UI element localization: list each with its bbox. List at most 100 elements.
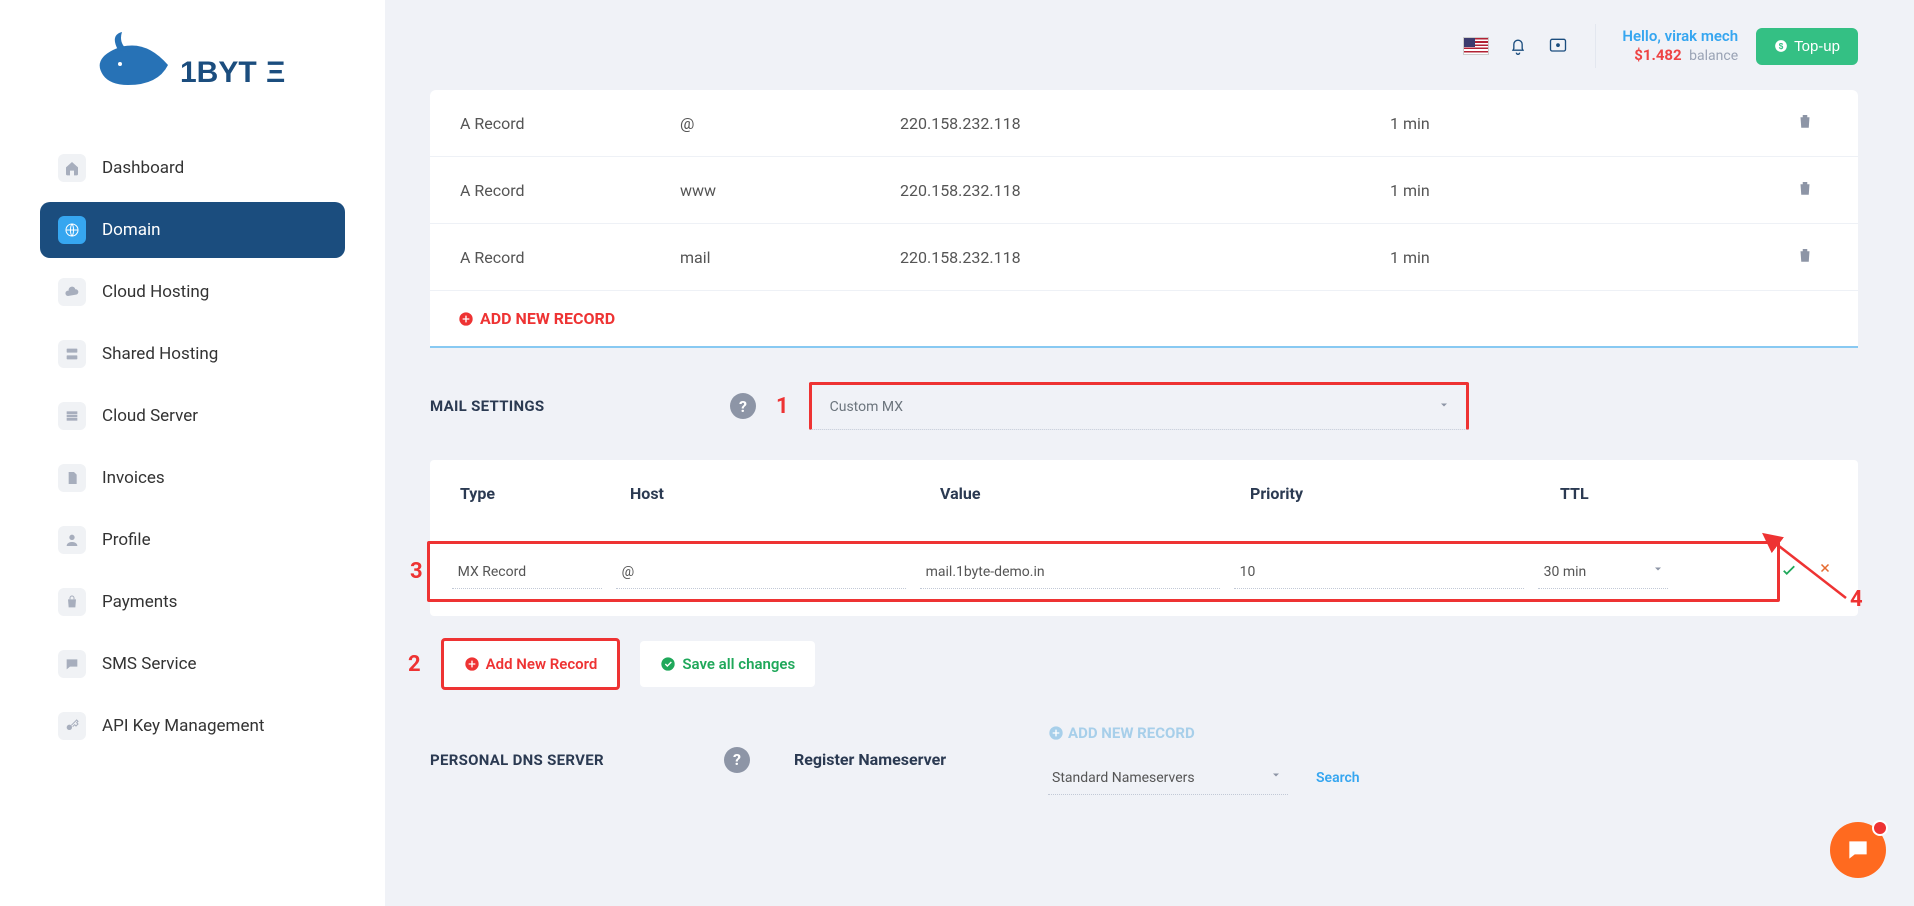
- flag-us-icon[interactable]: [1463, 37, 1489, 55]
- mail-settings-title: MAIL SETTINGS: [430, 397, 710, 415]
- add-new-record-button-top[interactable]: ADD NEW RECORD: [430, 291, 1858, 348]
- delete-button[interactable]: [1590, 246, 1828, 268]
- topup-label: Top-up: [1794, 38, 1840, 55]
- key-icon: [58, 712, 86, 740]
- plus-circle-icon: [464, 656, 480, 672]
- trash-icon: [1796, 112, 1814, 130]
- main-content: A Record @ 220.158.232.118 1 min A Recor…: [430, 90, 1858, 805]
- sidebar-item-label: Domain: [102, 220, 161, 240]
- add-new-record-light-label: ADD NEW RECORD: [1068, 724, 1195, 742]
- cell-value: 220.158.232.118: [900, 248, 1390, 267]
- cell-ttl: 1 min: [1390, 114, 1590, 133]
- sidebar-item-profile[interactable]: Profile: [40, 512, 345, 568]
- a-records-table: A Record @ 220.158.232.118 1 min A Recor…: [430, 90, 1858, 348]
- help-icon[interactable]: ?: [730, 393, 756, 419]
- annotation-arrow-4: 4: [1750, 522, 1870, 612]
- mx-ttl-select[interactable]: 30 min: [1538, 554, 1668, 589]
- hello-text: Hello, virak mech: [1622, 27, 1738, 47]
- balance: $1.482 balance: [1622, 46, 1738, 66]
- mx-host-input[interactable]: @: [616, 554, 906, 589]
- nameserver-select[interactable]: Standard Nameservers: [1048, 760, 1288, 795]
- personal-dns-row: PERSONAL DNS SERVER ? Register Nameserve…: [430, 690, 1858, 805]
- sidebar-item-dashboard[interactable]: Dashboard: [40, 140, 345, 196]
- bell-icon[interactable]: [1507, 35, 1529, 57]
- bag-icon: [58, 588, 86, 616]
- home-icon: [58, 154, 86, 182]
- chevron-down-icon: [1652, 563, 1664, 579]
- balance-amount: $1.482: [1634, 46, 1681, 64]
- svg-text:1BYT: 1BYT: [180, 56, 257, 89]
- mx-priority-input[interactable]: 10: [1234, 554, 1524, 589]
- mail-select-value: Custom MX: [830, 399, 903, 415]
- search-link[interactable]: Search: [1316, 770, 1360, 786]
- col-priority: Priority: [1250, 484, 1560, 503]
- cell-type: A Record: [460, 248, 680, 267]
- cell-host: @: [680, 114, 900, 133]
- sidebar-item-sms[interactable]: SMS Service: [40, 636, 345, 692]
- chat-bubble-icon: [1845, 837, 1871, 863]
- annotation-4: 4: [1850, 587, 1863, 612]
- sidebar-item-label: Shared Hosting: [102, 344, 218, 364]
- nav: Dashboard Domain Cloud Hosting Shared Ho…: [0, 140, 385, 754]
- topup-button[interactable]: $ Top-up: [1756, 28, 1858, 65]
- sidebar-item-cloud-hosting[interactable]: Cloud Hosting: [40, 264, 345, 320]
- sidebar-item-label: SMS Service: [102, 654, 197, 674]
- chevron-down-icon: [1438, 399, 1450, 415]
- nameserver-value: Standard Nameservers: [1052, 770, 1195, 786]
- col-ttl: TTL: [1560, 484, 1828, 503]
- sidebar-item-invoices[interactable]: Invoices: [40, 450, 345, 506]
- dns-center-col: Register Nameserver: [794, 750, 1024, 769]
- cloud-icon: [58, 278, 86, 306]
- sidebar-item-api[interactable]: API Key Management: [40, 698, 345, 754]
- user-icon: [58, 526, 86, 554]
- server-rack-icon: [58, 340, 86, 368]
- mx-header-row: Type Host Value Priority TTL: [430, 460, 1858, 527]
- sidebar-item-cloud-server[interactable]: Cloud Server: [40, 388, 345, 444]
- sidebar: 1BYT Ξ Dashboard Domain Cloud Hosting Sh…: [0, 0, 385, 906]
- table-row: A Record @ 220.158.232.118 1 min: [430, 90, 1858, 157]
- sidebar-item-label: Payments: [102, 592, 177, 612]
- mx-records-panel: Type Host Value Priority TTL 3 MX Record…: [430, 460, 1858, 616]
- plus-circle-icon: [458, 311, 474, 327]
- delete-button[interactable]: [1590, 179, 1828, 201]
- brand-logo[interactable]: 1BYT Ξ: [83, 20, 303, 120]
- cell-type: A Record: [460, 181, 680, 200]
- add-new-record-button[interactable]: Add New Record: [441, 638, 621, 690]
- svg-text:$: $: [1779, 42, 1784, 51]
- message-icon[interactable]: [1547, 35, 1569, 57]
- sidebar-item-label: Cloud Server: [102, 406, 198, 426]
- col-type: Type: [460, 484, 630, 503]
- document-icon: [58, 464, 86, 492]
- sidebar-item-label: Profile: [102, 530, 151, 550]
- user-block[interactable]: Hello, virak mech $1.482 balance: [1622, 27, 1738, 66]
- dollar-icon: $: [1774, 39, 1788, 53]
- save-all-button[interactable]: Save all changes: [640, 641, 815, 687]
- col-value: Value: [940, 484, 1250, 503]
- delete-button[interactable]: [1590, 112, 1828, 134]
- sidebar-item-payments[interactable]: Payments: [40, 574, 345, 630]
- globe-icon: [58, 216, 86, 244]
- stack-icon: [58, 402, 86, 430]
- mx-value-input[interactable]: mail.1byte-demo.in: [920, 554, 1220, 589]
- mx-edit-row: 3 MX Record @ mail.1byte-demo.in 10 30 m…: [430, 527, 1858, 616]
- chat-icon: [58, 650, 86, 678]
- divider: [1595, 24, 1596, 68]
- button-row: 2 Add New Record Save all changes: [430, 638, 1858, 690]
- table-row: A Record www 220.158.232.118 1 min: [430, 157, 1858, 224]
- table-row: A Record mail 220.158.232.118 1 min: [430, 224, 1858, 291]
- trash-icon: [1796, 246, 1814, 264]
- annotation-2: 2: [408, 652, 421, 677]
- save-all-label: Save all changes: [682, 655, 795, 673]
- sidebar-item-label: Dashboard: [102, 158, 184, 178]
- cell-value: 220.158.232.118: [900, 114, 1390, 133]
- cell-ttl: 1 min: [1390, 181, 1590, 200]
- sidebar-item-domain[interactable]: Domain: [40, 202, 345, 258]
- cell-type: A Record: [460, 114, 680, 133]
- chat-fab[interactable]: [1830, 822, 1886, 878]
- add-new-record-light-button[interactable]: ADD NEW RECORD: [1048, 724, 1360, 742]
- help-icon[interactable]: ?: [724, 747, 750, 773]
- register-nameserver-label: Register Nameserver: [794, 750, 1024, 769]
- mail-type-select[interactable]: Custom MX: [809, 382, 1469, 430]
- sidebar-item-shared-hosting[interactable]: Shared Hosting: [40, 326, 345, 382]
- mx-type-field[interactable]: MX Record: [452, 554, 602, 589]
